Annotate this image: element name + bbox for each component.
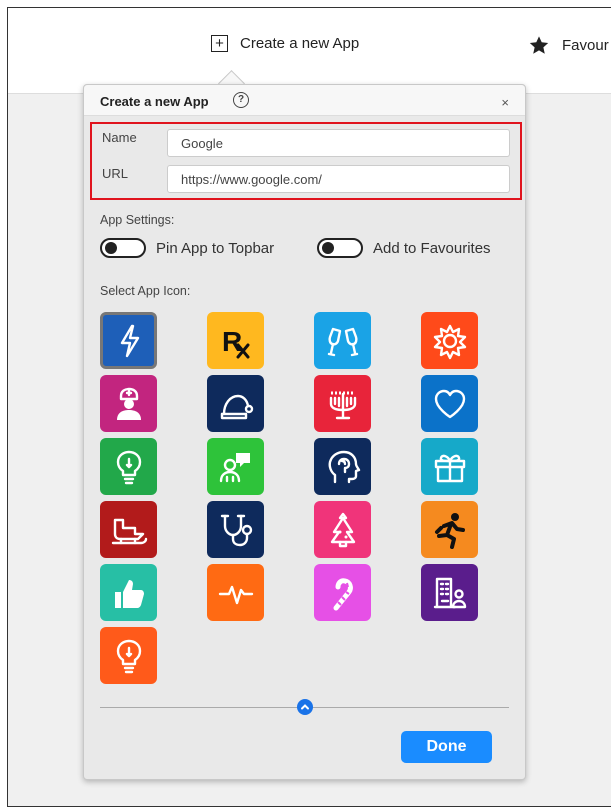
pin-switch-knob: [105, 242, 117, 254]
app-settings-label: App Settings:: [100, 213, 175, 227]
head-brain-icon: [328, 450, 360, 483]
help-icon[interactable]: ?: [233, 92, 249, 108]
stethoscope-icon: [220, 514, 252, 546]
app-icon-option-candy-cane[interactable]: [314, 564, 371, 621]
url-label: URL: [102, 166, 129, 181]
star-icon: [529, 36, 549, 54]
app-icon-option-building-person[interactable]: [421, 564, 478, 621]
lightbulb-icon: [116, 639, 141, 673]
popup-header: Create a new App ? ×: [84, 85, 525, 116]
popup-title: Create a new App: [100, 94, 209, 109]
favourites-toggle-label: Add to Favourites: [373, 239, 491, 257]
sun-gear-icon: [433, 324, 466, 359]
favourites-button[interactable]: Favour: [528, 35, 609, 56]
favourites-label: Favour: [562, 37, 609, 54]
collapse-button[interactable]: [297, 699, 313, 715]
app-icon-option-lightbulb[interactable]: [100, 438, 157, 495]
building-person-icon: [433, 577, 466, 608]
app-icon-option-menorah[interactable]: [314, 375, 371, 432]
christmas-tree-icon: [330, 512, 355, 547]
app-icon-option-lightning[interactable]: [100, 312, 157, 369]
app-icon-option-gift[interactable]: [421, 438, 478, 495]
pin-to-topbar-toggle[interactable]: Pin App to Topbar: [100, 238, 274, 258]
app-icon-option-heartbeat[interactable]: [207, 564, 264, 621]
close-button[interactable]: ×: [501, 95, 509, 110]
heartbeat-icon: [218, 585, 253, 604]
create-app-button[interactable]: + Create a new App: [211, 35, 359, 52]
lightning-icon: [120, 324, 139, 357]
thumbs-up-icon: [114, 579, 144, 608]
sleigh-icon: [111, 518, 147, 544]
create-app-label: Create a new App: [240, 35, 360, 52]
url-input[interactable]: [167, 165, 510, 193]
champagne-toast-icon: [327, 327, 358, 356]
add-to-favourites-toggle[interactable]: Add to Favourites: [317, 238, 491, 258]
select-icon-label: Select App Icon:: [100, 284, 191, 298]
heart-icon: [434, 389, 465, 418]
app-icon-option-head-brain[interactable]: [314, 438, 371, 495]
nurse-icon: [116, 387, 141, 420]
favourites-switch-knob: [322, 242, 334, 254]
plus-square-icon: +: [211, 35, 228, 52]
app-icon-option-heart[interactable]: [421, 375, 478, 432]
menorah-icon: [329, 391, 356, 419]
pin-label: Pin App to Topbar: [156, 239, 275, 257]
app-icon-option-lightbulb[interactable]: [100, 627, 157, 684]
create-app-popup: Create a new App ? × Name URL App Settin…: [83, 84, 526, 780]
chevron-up-icon: [301, 704, 309, 710]
done-button[interactable]: Done: [401, 731, 492, 763]
app-details-fields: Name URL: [90, 122, 522, 200]
app-icon-option-champagne-toast[interactable]: [314, 312, 371, 369]
pin-switch[interactable]: [100, 238, 146, 258]
app-icon-option-nurse[interactable]: [100, 375, 157, 432]
app-frame: + Create a new App Favour Create a new A…: [7, 7, 611, 807]
lightbulb-icon: [116, 450, 141, 484]
favourites-switch[interactable]: [317, 238, 363, 258]
topbar: + Create a new App Favour: [8, 8, 611, 94]
app-icon-option-stethoscope[interactable]: [207, 501, 264, 558]
app-icon-option-people-chat[interactable]: [207, 438, 264, 495]
name-label: Name: [102, 130, 137, 145]
app-icon-option-christmas-tree[interactable]: [314, 501, 371, 558]
santa-hat-icon: [220, 394, 253, 419]
name-input[interactable]: [167, 129, 510, 157]
svg-text:R: R: [222, 326, 242, 357]
app-icon-option-sleigh[interactable]: [100, 501, 157, 558]
people-chat-icon: [219, 452, 250, 482]
app-icon-option-running-man[interactable]: [421, 501, 478, 558]
prescription-rx-icon: R: [222, 326, 249, 358]
app-icon-option-sun-gear[interactable]: [421, 312, 478, 369]
running-man-icon: [434, 512, 465, 549]
gift-icon: [434, 454, 465, 482]
app-icon-option-santa-hat[interactable]: [207, 375, 264, 432]
candy-cane-icon: [333, 577, 353, 610]
app-icon-option-thumbs-up[interactable]: [100, 564, 157, 621]
app-icon-option-prescription-rx[interactable]: R: [207, 312, 264, 369]
